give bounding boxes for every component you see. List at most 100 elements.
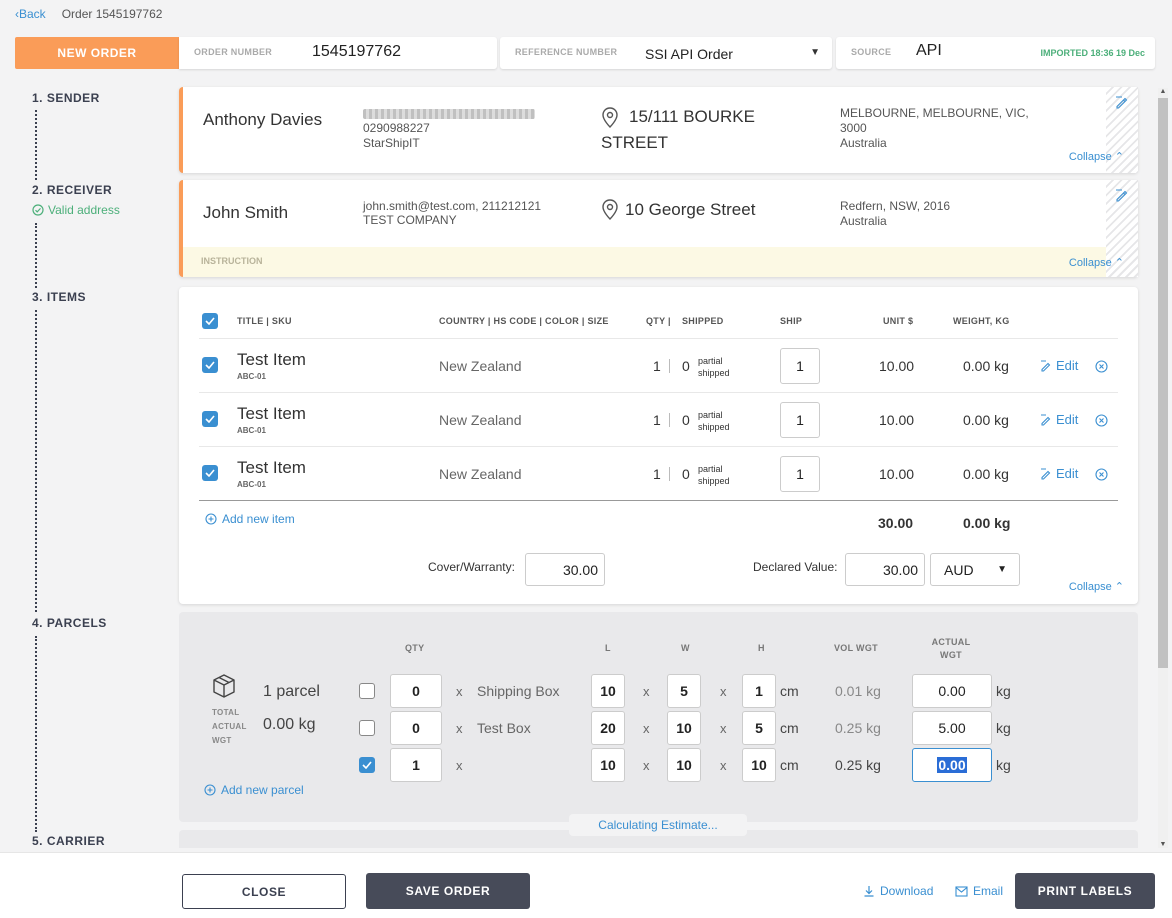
remove-item-icon[interactable] bbox=[1095, 468, 1108, 481]
parcel-width-input[interactable]: 5 bbox=[667, 674, 701, 708]
ship-qty-input[interactable]: 1 bbox=[780, 456, 820, 492]
currency-select[interactable]: AUD ▼ bbox=[930, 553, 1020, 586]
parcel-checkbox[interactable] bbox=[359, 683, 375, 699]
edit-receiver-icon[interactable] bbox=[1115, 189, 1128, 202]
item-checkbox[interactable] bbox=[202, 465, 218, 481]
edit-sender-icon[interactable] bbox=[1115, 96, 1128, 109]
add-new-parcel-link[interactable]: Add new parcel bbox=[204, 783, 304, 797]
close-button[interactable]: CLOSE bbox=[182, 874, 346, 909]
edit-item-button[interactable]: Edit bbox=[1040, 358, 1078, 373]
parcel-height-input[interactable]: 5 bbox=[742, 711, 776, 745]
col-length: L bbox=[605, 643, 611, 653]
scrollbar[interactable]: ▲ ▼ bbox=[1158, 88, 1168, 848]
instruction-field[interactable]: INSTRUCTION bbox=[183, 247, 1106, 277]
parcel-length-input[interactable]: 10 bbox=[591, 674, 625, 708]
edit-item-button[interactable]: Edit bbox=[1040, 412, 1078, 427]
partial-label: partial shipped bbox=[698, 464, 730, 486]
col-width: W bbox=[681, 643, 690, 653]
times-sign: x bbox=[456, 721, 463, 736]
items-collapse-link[interactable]: Collapse ⌃ bbox=[1069, 580, 1124, 593]
item-checkbox[interactable] bbox=[202, 357, 218, 373]
col-ship: SHIP bbox=[780, 316, 803, 326]
step-carrier: 5. CARRIER bbox=[32, 834, 106, 848]
dimension-unit: cm bbox=[780, 683, 799, 699]
col-unit: UNIT $ bbox=[883, 316, 914, 326]
remove-item-icon[interactable] bbox=[1095, 360, 1108, 373]
email-link[interactable]: Email bbox=[955, 884, 1003, 898]
declared-value-input[interactable]: 30.00 bbox=[845, 553, 925, 586]
partial-label: partial shipped bbox=[698, 356, 730, 378]
currency-value: AUD bbox=[944, 561, 974, 578]
col-height: H bbox=[758, 643, 765, 653]
parcel-height-input[interactable]: 10 bbox=[742, 748, 776, 782]
add-new-item-link[interactable]: Add new item bbox=[205, 512, 295, 526]
item-title: Test Item bbox=[237, 350, 306, 369]
item-shipped: 0 bbox=[682, 358, 690, 374]
col-country: COUNTRY | HS CODE | COLOR | SIZE bbox=[439, 316, 609, 326]
item-checkbox[interactable] bbox=[202, 411, 218, 427]
edit-item-button[interactable]: Edit bbox=[1040, 466, 1078, 481]
col-parcel-qty: QTY bbox=[405, 643, 425, 653]
parcel-qty-input[interactable]: 1 bbox=[390, 748, 442, 782]
top-nav: ‹Back Order 1545197762 bbox=[15, 7, 162, 21]
ship-qty-input[interactable]: 1 bbox=[780, 402, 820, 438]
step-connector bbox=[35, 223, 37, 288]
item-title: Test Item bbox=[237, 458, 306, 477]
parcel-height-input[interactable]: 1 bbox=[742, 674, 776, 708]
parcel-length-input[interactable]: 20 bbox=[591, 711, 625, 745]
item-unit-price: 10.00 bbox=[879, 466, 915, 482]
item-qty: 1 bbox=[653, 358, 661, 374]
receiver-contact: john.smith@test.com, 211212121 bbox=[363, 199, 542, 213]
parcel-width-input[interactable]: 10 bbox=[667, 748, 701, 782]
sender-country: Australia bbox=[840, 136, 887, 150]
remove-item-icon[interactable] bbox=[1095, 414, 1108, 427]
parcel-qty-input[interactable]: 0 bbox=[390, 711, 442, 745]
parcel-actual-wgt-input[interactable]: 0.00 bbox=[912, 674, 992, 708]
check-circle-icon bbox=[32, 204, 44, 216]
select-all-checkbox[interactable] bbox=[202, 313, 218, 329]
receiver-city: Redfern, NSW, 2016 bbox=[840, 199, 951, 213]
valid-address-text: Valid address bbox=[48, 203, 120, 217]
scroll-thumb[interactable] bbox=[1158, 98, 1168, 668]
reference-number-select[interactable]: REFERENCE NUMBER SSI API Order ▼ bbox=[500, 37, 832, 69]
imported-timestamp: IMPORTED 18:36 19 Dec bbox=[1040, 48, 1145, 58]
parcel-type-name: Test Box bbox=[477, 720, 531, 736]
parcel-checkbox[interactable] bbox=[359, 720, 375, 736]
parcel-width-input[interactable]: 10 bbox=[667, 711, 701, 745]
parcel-checkbox[interactable] bbox=[359, 757, 375, 773]
sender-company: StarShipIT bbox=[363, 136, 420, 150]
save-order-button[interactable]: SAVE ORDER bbox=[366, 873, 530, 909]
email-icon bbox=[955, 885, 968, 897]
parcel-qty-input[interactable]: 0 bbox=[390, 674, 442, 708]
parcel-actual-wgt-input[interactable]: 5.00 bbox=[912, 711, 992, 745]
order-number-value[interactable]: 1545197762 bbox=[312, 43, 401, 61]
sender-street-text: 15/111 BOURKE STREET bbox=[601, 107, 755, 152]
order-number-label: ORDER NUMBER bbox=[194, 47, 273, 57]
receiver-card: John Smith john.smith@test.com, 21121212… bbox=[179, 180, 1138, 277]
back-link[interactable]: ‹Back bbox=[15, 7, 46, 21]
parcel-actual-wgt-input[interactable]: 0.00 bbox=[912, 748, 992, 782]
print-labels-button[interactable]: PRINT LABELS bbox=[1015, 873, 1155, 909]
step-connector bbox=[35, 310, 37, 612]
parcel-vol-wgt: 0.25 kg bbox=[835, 757, 881, 773]
download-icon bbox=[864, 886, 874, 897]
times-sign: x bbox=[720, 684, 727, 699]
step-connector bbox=[35, 636, 37, 832]
receiver-collapse-link[interactable]: Collapse ⌃ bbox=[1069, 256, 1124, 269]
times-sign: x bbox=[720, 721, 727, 736]
row-divider bbox=[199, 392, 1118, 393]
sender-collapse-link[interactable]: Collapse ⌃ bbox=[1069, 150, 1124, 163]
qty-separator bbox=[669, 467, 670, 481]
col-vol-wgt: VOL WGT bbox=[834, 643, 878, 653]
scroll-up-icon[interactable]: ▲ bbox=[1158, 88, 1168, 95]
scroll-down-icon[interactable]: ▼ bbox=[1158, 841, 1168, 848]
item-weight: 0.00 kg bbox=[963, 358, 1009, 374]
parcels-panel: QTY L W H VOL WGT ACTUAL WGT TOTAL ACTUAL W… bbox=[179, 612, 1138, 822]
cover-warranty-input[interactable]: 30.00 bbox=[525, 553, 605, 586]
download-link[interactable]: Download bbox=[863, 884, 933, 898]
new-order-tab: NEW ORDER bbox=[15, 37, 179, 69]
item-weight: 0.00 kg bbox=[963, 412, 1009, 428]
ship-qty-input[interactable]: 1 bbox=[780, 348, 820, 384]
parcel-length-input[interactable]: 10 bbox=[591, 748, 625, 782]
edit-icon bbox=[1041, 359, 1051, 372]
